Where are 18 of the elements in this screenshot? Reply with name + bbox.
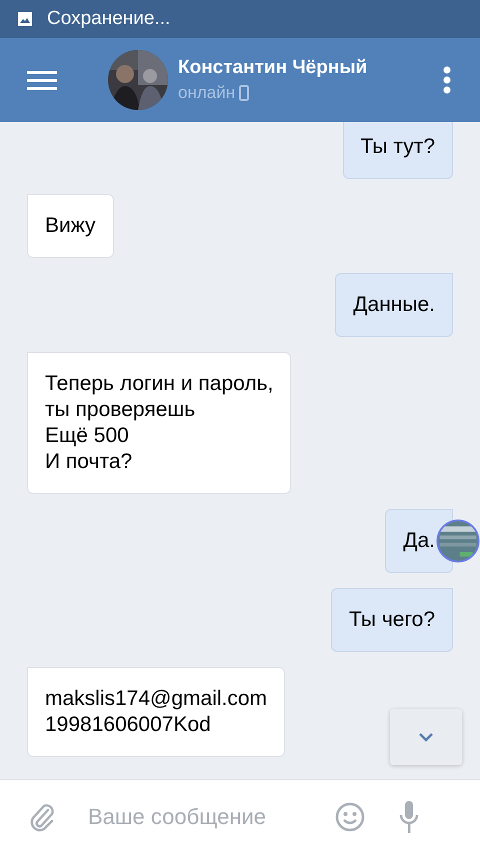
contact-name: Константин Чёрный	[178, 57, 368, 79]
message-bubble: Ты чего?	[330, 588, 453, 652]
message-bubble: Ты тут?	[342, 122, 453, 179]
notification-text: Сохранение...	[47, 8, 170, 30]
smiley-icon[interactable]	[334, 801, 366, 833]
phone-icon	[239, 85, 250, 101]
microphone-icon[interactable]	[398, 800, 420, 834]
online-status: онлайн	[178, 83, 236, 103]
menu-button[interactable]	[27, 69, 57, 91]
message-bubble: Вижу	[27, 194, 114, 258]
message-bubble: Теперь логин и пароль, ты проверяешь Ещё 500 И почта?	[27, 352, 292, 494]
attach-icon[interactable]	[28, 802, 56, 832]
more-button[interactable]	[443, 66, 451, 94]
chevron-down-icon	[417, 731, 435, 743]
image-icon	[17, 11, 33, 27]
message-bubble: Данные.	[335, 273, 453, 337]
message-input[interactable]: Ваше сообщение	[86, 803, 320, 831]
message-bubble: makslis174@gmail.com 19981606007Kod	[27, 667, 286, 757]
